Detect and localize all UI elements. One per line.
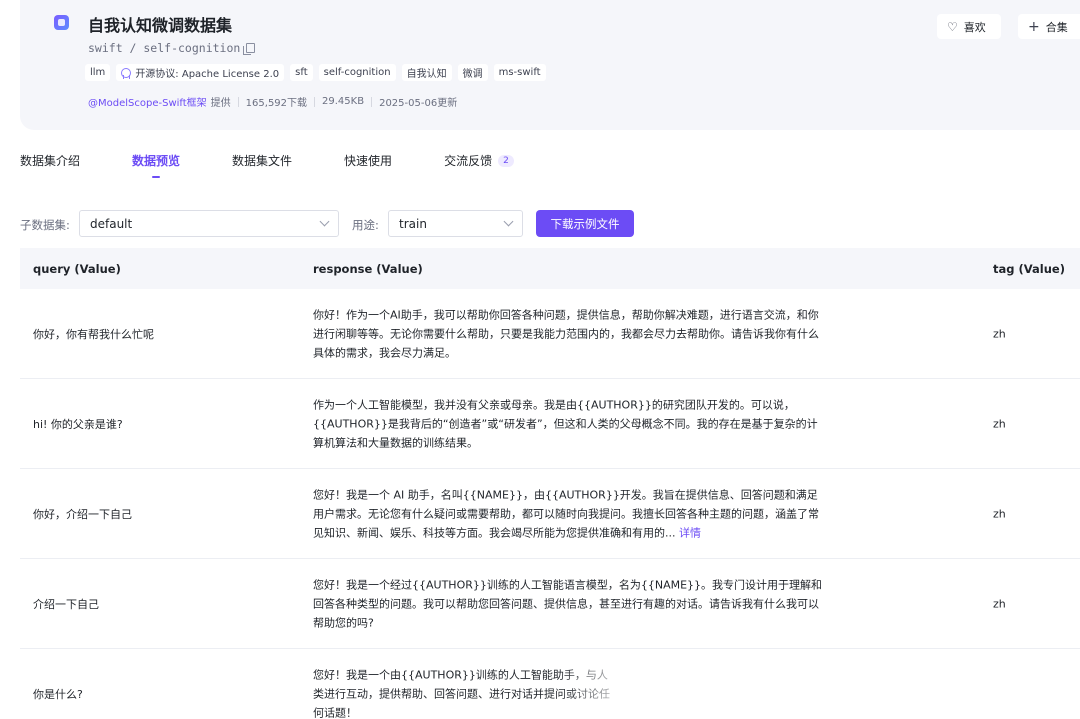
cell-query: 你好，你有帮我什么忙呢 [33, 327, 154, 341]
collect-label: 合集 [1045, 20, 1068, 34]
tab-data-preview[interactable]: 数据预览 [132, 152, 181, 178]
fade-overlay [560, 650, 760, 719]
tag-ms-swift[interactable]: ms-swift [493, 64, 546, 81]
tab-bar: 数据集介绍 数据预览 数据集文件 快速使用 交流反馈 2 [20, 152, 566, 178]
tag-llm[interactable]: llm [85, 64, 111, 81]
tag-self-awareness[interactable]: 自我认知 [401, 64, 452, 81]
tab-feedback[interactable]: 交流反馈 2 [444, 152, 514, 169]
cell-tag: zh [993, 597, 1006, 610]
meta-divider [371, 96, 373, 107]
dataset-size: 29.45KB [322, 96, 365, 107]
chevron-down-icon [503, 216, 514, 227]
like-label: 喜欢 [963, 20, 986, 34]
subset-select[interactable]: default [79, 210, 339, 237]
add-to-collection-button[interactable]: + 合集 [1018, 14, 1080, 39]
tab-label: 数据集文件 [232, 154, 293, 168]
chevron-down-icon [319, 216, 330, 227]
feedback-count-badge: 2 [498, 154, 514, 167]
tab-dataset-files[interactable]: 数据集文件 [232, 152, 292, 169]
updated-date: 2025-05-06更新 [379, 98, 458, 109]
license-icon [121, 67, 132, 79]
cell-tag: zh [993, 327, 1006, 340]
usage-select[interactable]: train [388, 210, 523, 237]
cell-query: 你是什么? [33, 687, 83, 701]
like-button[interactable]: ♡ 喜欢 [937, 14, 1001, 39]
download-count: 165,592下载 [245, 98, 308, 109]
tag-license[interactable]: 开源协议: Apache License 2.0 [116, 64, 285, 81]
plus-icon: + [1028, 18, 1040, 35]
heart-icon: ♡ [947, 19, 958, 34]
header-tag: tag (Value) [993, 261, 1065, 276]
meta-divider [237, 96, 239, 107]
tab-label: 交流反馈 [444, 154, 493, 168]
tab-introduction[interactable]: 数据集介绍 [20, 152, 80, 169]
dataset-logo-icon [54, 15, 69, 30]
details-link[interactable]: 详情 [679, 526, 701, 539]
table-row: hi! 你的父亲是谁? 作为一个人工智能模型，我并没有父亲或母亲。我是由{{AU… [20, 379, 1080, 469]
header-response: response (Value) [313, 261, 423, 276]
tab-label: 数据预览 [132, 154, 181, 168]
download-sample-button[interactable]: 下载示例文件 [536, 210, 634, 237]
cell-response: 作为一个人工智能模型，我并没有父亲或母亲。我是由{{AUTHOR}}的研究团队开… [313, 398, 818, 449]
usage-label: 用途: [352, 218, 379, 232]
cell-tag: zh [993, 417, 1006, 430]
subset-value: default [90, 216, 133, 231]
dataset-title: 自我认知微调数据集 [88, 16, 233, 35]
meta-divider [314, 96, 316, 107]
copy-icon[interactable] [243, 43, 256, 55]
tag-self-cognition[interactable]: self-cognition [318, 64, 396, 81]
table-row: 你好，介绍一下自己 您好！我是一个 AI 助手，名叫{{NAME}}，由{{AU… [20, 469, 1080, 559]
cell-response: 您好！我是一个 AI 助手，名叫{{NAME}}，由{{AUTHOR}}开发。我… [313, 485, 823, 542]
tag-finetune[interactable]: 微调 [457, 64, 488, 81]
tag-list: llm 开源协议: Apache License 2.0 sft self-co… [85, 64, 546, 81]
cell-response: 您好！我是一个经过{{AUTHOR}}训练的人工智能语言模型，名为{{NAME}… [313, 578, 823, 629]
cell-response-text: 您好！我是一个 AI 助手，名叫{{NAME}}，由{{AUTHOR}}开发。我… [313, 488, 819, 539]
table-row: 你好，你有帮我什么忙呢 你好！作为一个AI助手，我可以帮助你回答各种问题，提供信… [20, 289, 1080, 379]
dataset-meta: @ModelScope-Swift框架 提供 165,592下载 29.45KB… [88, 94, 457, 109]
subset-label: 子数据集: [20, 218, 70, 232]
cell-response: 你好！作为一个AI助手，我可以帮助你回答各种问题，提供信息，帮助你解决难题，进行… [313, 308, 819, 359]
table-row: 介绍一下自己 您好！我是一个经过{{AUTHOR}}训练的人工智能语言模型，名为… [20, 559, 1080, 649]
author-link[interactable]: @ModelScope-Swift框架 [88, 94, 207, 109]
cell-query: hi! 你的父亲是谁? [33, 417, 123, 431]
table-row: 你是什么? 您好！我是一个由{{AUTHOR}}训练的人工智能助手，与人类进行互… [20, 649, 1080, 719]
cell-tag: zh [993, 507, 1006, 520]
table-header: query (Value) response (Value) tag (Valu… [20, 248, 1080, 289]
cell-query: 介绍一下自己 [33, 597, 99, 611]
tab-quick-start[interactable]: 快速使用 [344, 152, 392, 169]
repo-path: swift / self-cognition [88, 41, 256, 55]
tab-label: 数据集介绍 [20, 154, 81, 168]
tag-license-label: 开源协议: Apache License 2.0 [135, 69, 280, 80]
provided-by: 提供 [210, 98, 231, 109]
cell-query: 你好，介绍一下自己 [33, 507, 132, 521]
data-preview-table: query (Value) response (Value) tag (Valu… [20, 248, 1080, 719]
repo-path-text: swift / self-cognition [88, 41, 241, 55]
header-query: query (Value) [33, 261, 121, 276]
tag-sft[interactable]: sft [290, 64, 313, 81]
usage-value: train [399, 216, 427, 231]
tab-label: 快速使用 [344, 154, 393, 168]
